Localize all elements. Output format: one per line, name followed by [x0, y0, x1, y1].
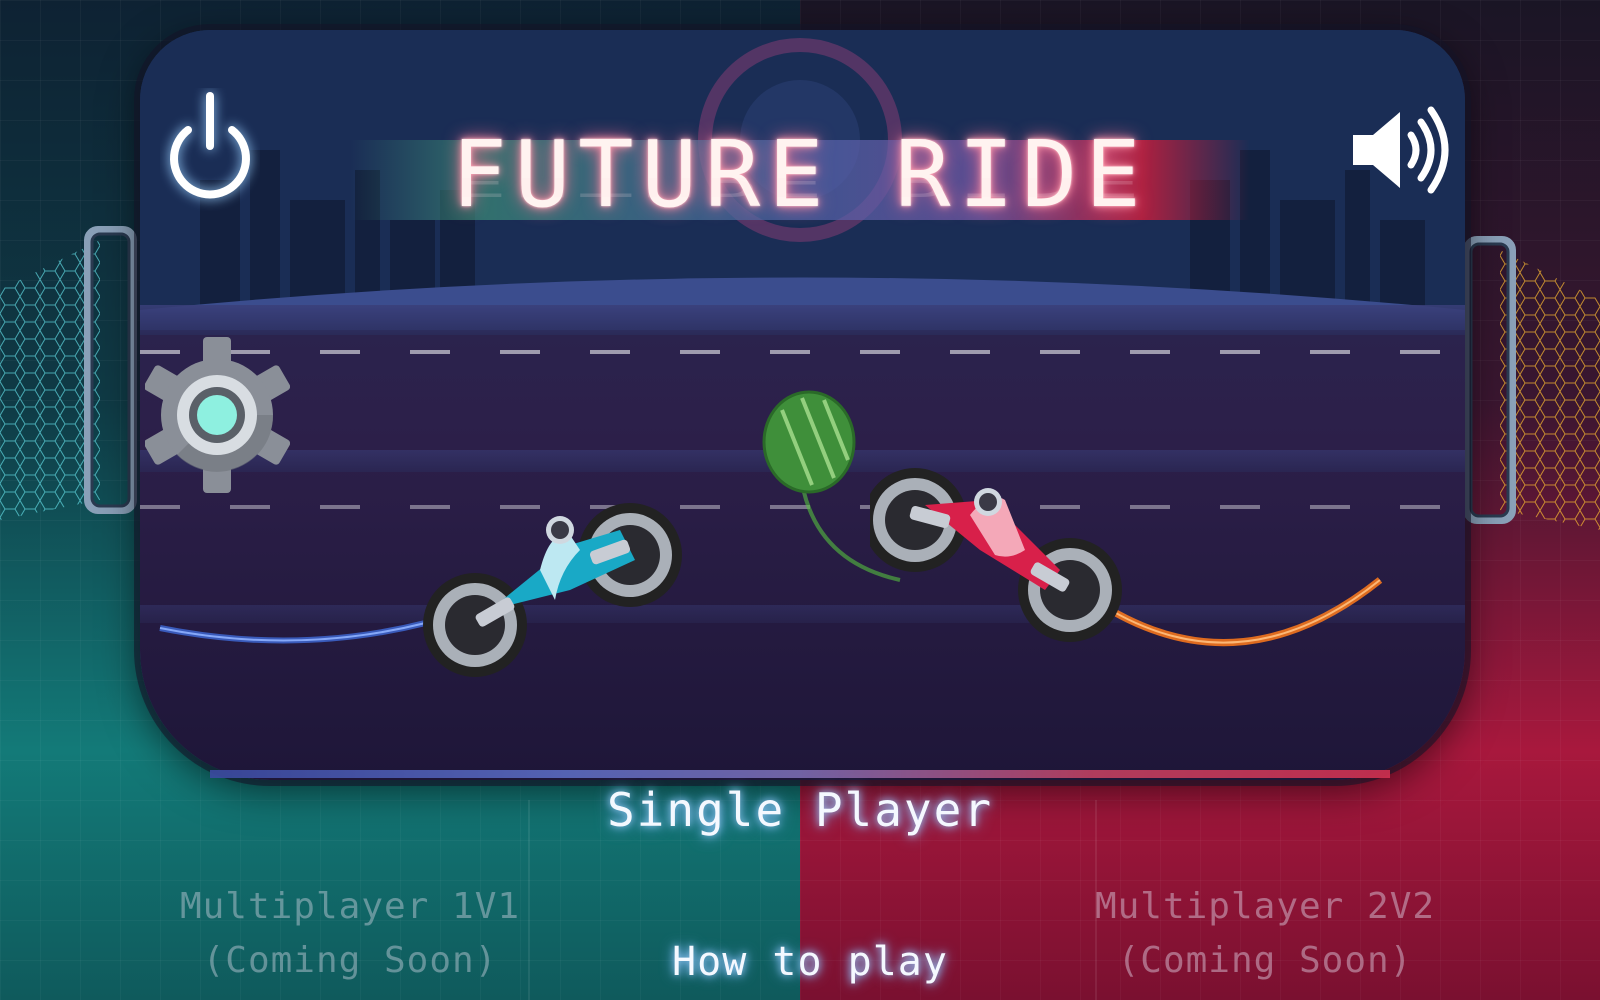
multiplayer-2v2-button[interactable]: Multiplayer 2V2 (Coming Soon) [1085, 880, 1445, 995]
multiplayer-1v1-status: (Coming Soon) [202, 940, 498, 981]
speaker-icon [1353, 106, 1449, 194]
game-screen: FUTURE RIDE FUTURE RIDE Single Player Mu… [0, 0, 1600, 1000]
game-title-reflection: FUTURE RIDE [451, 178, 1149, 205]
ball [762, 390, 856, 494]
blue-bike [423, 503, 682, 677]
power-icon [170, 92, 250, 199]
gear-icon [143, 337, 291, 493]
power-button[interactable] [160, 88, 260, 213]
multiplayer-2v2-label: Multiplayer 2V2 [1094, 886, 1436, 927]
left-goal [0, 226, 137, 520]
stadium-wall-top [140, 305, 1465, 335]
multiplayer-2v2-status: (Coming Soon) [1117, 940, 1413, 981]
sound-button[interactable] [1345, 100, 1455, 200]
how-to-play-button[interactable]: How to play [620, 935, 1000, 990]
track-line-1 [140, 350, 1465, 354]
arena-bottom-strip [210, 770, 1390, 778]
game-title: FUTURE RIDE [451, 121, 1149, 228]
red-bike [870, 468, 1122, 642]
stadium-wall-low [140, 605, 1465, 623]
track-line-2 [140, 505, 1465, 509]
right-goal [1463, 236, 1600, 530]
settings-button[interactable] [143, 335, 291, 495]
multiplayer-1v1-label: Multiplayer 1V1 [179, 886, 521, 927]
single-player-button[interactable]: Single Player [560, 780, 1040, 840]
multiplayer-1v1-button[interactable]: Multiplayer 1V1 (Coming Soon) [170, 880, 530, 995]
